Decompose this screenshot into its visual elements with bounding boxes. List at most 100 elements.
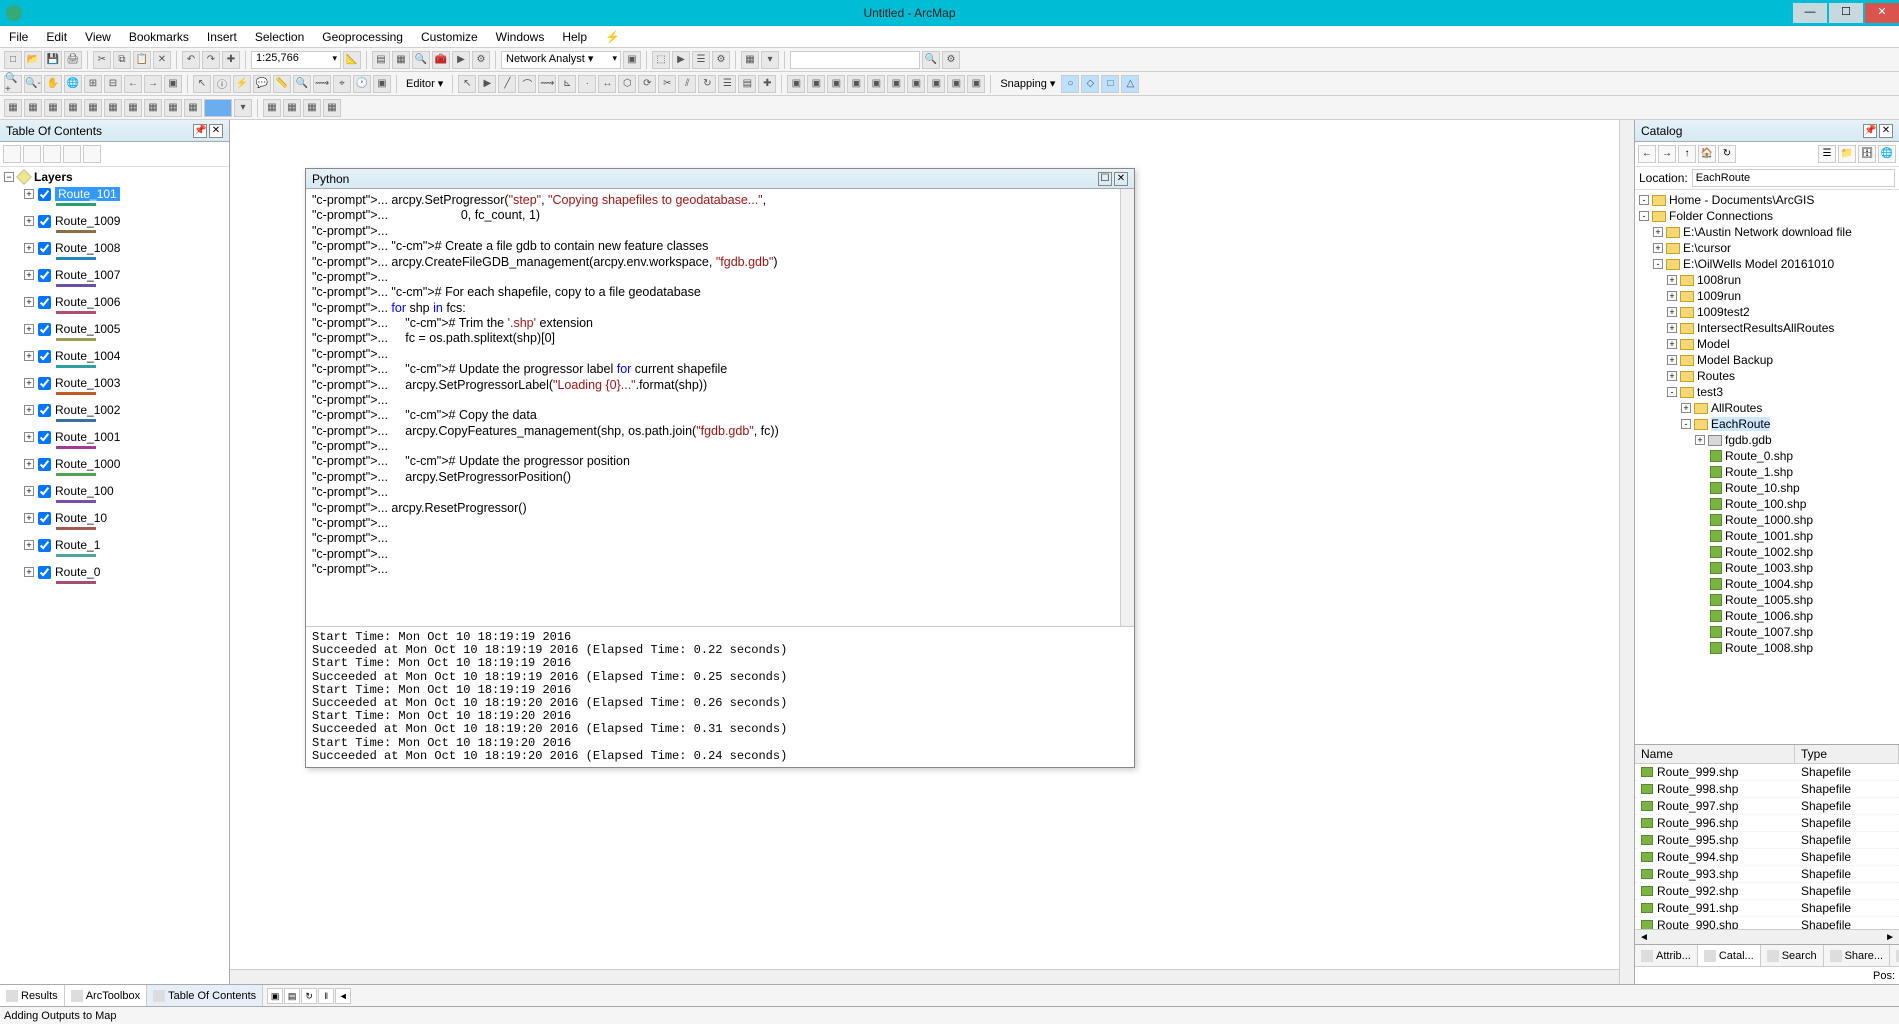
toc-tree[interactable]: − Layers +Route_101+Route_1009+Route_100… [0,167,229,984]
open-icon[interactable]: 📂 [24,51,42,69]
forward-icon[interactable]: → [144,75,162,93]
toc-pin-icon[interactable]: 📌 [193,124,207,138]
expand-icon[interactable]: + [24,351,34,361]
col-name[interactable]: Name [1635,745,1795,763]
catalog-tree-node[interactable]: +Model [1637,336,1897,352]
d8-icon[interactable]: ▦ [144,99,162,117]
arctoolbox-icon[interactable]: 🧰 [432,51,450,69]
menu-help[interactable]: Help [553,30,596,44]
toc-layer-item[interactable]: +Route_1005 [4,320,225,338]
tab-toc[interactable]: Table Of Contents [147,985,263,1006]
catalog-tree-node[interactable]: +fgdb.gdb [1637,432,1897,448]
catalog-tree-node[interactable]: Route_10.shp [1637,480,1897,496]
expand-icon[interactable]: + [1667,275,1677,285]
col-type[interactable]: Type [1795,745,1899,763]
catalog-tree-node[interactable]: Route_1008.shp [1637,640,1897,656]
catalog-grid-row[interactable]: Route_995.shpShapefile [1635,832,1899,849]
catalog-tree-node[interactable]: Route_1004.shp [1637,576,1897,592]
t7-icon[interactable]: ▣ [907,75,925,93]
snap-point-icon[interactable]: ○ [1061,75,1079,93]
redo-icon[interactable]: ↷ [202,51,220,69]
layer-visibility-checkbox[interactable] [38,242,51,255]
cat-view-icon[interactable]: ☰ [1818,145,1836,163]
trace-icon[interactable]: ⟿ [538,75,556,93]
catalog-pin-icon[interactable]: 📌 [1863,124,1877,138]
expand-icon[interactable]: - [1639,195,1649,205]
expand-icon[interactable]: + [24,189,34,199]
d10-icon[interactable]: ▦ [184,99,202,117]
toc-layer-item[interactable]: +Route_1 [4,536,225,554]
catalog-tree-node[interactable]: Route_100.shp [1637,496,1897,512]
layer-visibility-checkbox[interactable] [38,512,51,525]
toc-layer-item[interactable]: +Route_10 [4,509,225,527]
d5-icon[interactable]: ▦ [84,99,102,117]
catalog-grid-row[interactable]: Route_996.shpShapefile [1635,815,1899,832]
location-input[interactable] [1692,169,1895,187]
python-icon[interactable]: ▶ [452,51,470,69]
scale-combo[interactable]: 1:25,766 [251,51,341,69]
catalog-tree-node[interactable]: Route_1002.shp [1637,544,1897,560]
t1-icon[interactable]: ▣ [787,75,805,93]
split-icon[interactable]: ⫽ [678,75,696,93]
t2-icon[interactable]: ▣ [807,75,825,93]
catalog-tree-node[interactable]: +Model Backup [1637,352,1897,368]
go-to-xy-icon[interactable]: ⌖ [333,75,351,93]
straight-segment-icon[interactable]: ╱ [498,75,516,93]
cat-home-icon[interactable]: 🏠 [1698,145,1716,163]
expand-icon[interactable]: + [24,243,34,253]
copy-icon[interactable]: ⧉ [113,51,131,69]
d2-icon[interactable]: ▦ [24,99,42,117]
na-directions-icon[interactable]: ☰ [692,51,710,69]
catalog-tree-node[interactable]: +E:\cursor [1637,240,1897,256]
t4-icon[interactable]: ▣ [847,75,865,93]
snap-vertex-icon[interactable]: □ [1101,75,1119,93]
toc-list-by-selection-icon[interactable] [63,145,81,163]
layer-visibility-checkbox[interactable] [38,269,51,282]
catalog-tree-node[interactable]: +1009test2 [1637,304,1897,320]
attributes-icon[interactable]: ☰ [718,75,736,93]
na-options-icon[interactable]: ⚙ [712,51,730,69]
catalog-tree-node[interactable]: Route_1007.shp [1637,624,1897,640]
toc-list-by-source-icon[interactable] [23,145,41,163]
na-create-icon[interactable]: ⬚ [652,51,670,69]
layer-visibility-checkbox[interactable] [38,188,51,201]
end-point-arc-icon[interactable]: ⌒ [518,75,536,93]
toc-layer-item[interactable]: +Route_1004 [4,347,225,365]
d3-icon[interactable]: ▦ [44,99,62,117]
new-icon[interactable]: □ [4,51,22,69]
layer-visibility-checkbox[interactable] [38,404,51,417]
toc-layer-item[interactable]: +Route_1000 [4,455,225,473]
expand-icon[interactable]: + [24,513,34,523]
refresh-view-icon[interactable]: ↻ [301,988,317,1004]
map-hscrollbar[interactable] [230,969,1619,984]
expand-icon[interactable]: + [1667,355,1677,365]
catalog-tree-node[interactable]: Route_1005.shp [1637,592,1897,608]
tab-catalog[interactable]: Catal... [1698,945,1761,966]
distance-icon[interactable]: ↔ [598,75,616,93]
edit-annotation-icon[interactable]: ▶ [478,75,496,93]
full-extent-icon[interactable]: 🌐 [64,75,82,93]
menu-windows[interactable]: Windows [487,30,554,44]
python-code-scrollbar[interactable] [1120,189,1134,626]
zoom-in-icon[interactable]: 🔍+ [4,75,22,93]
tab-search[interactable]: Search [1761,945,1824,966]
toc-layer-item[interactable]: +Route_1001 [4,428,225,446]
toc-layer-item[interactable]: +Route_101 [4,185,225,203]
expand-icon[interactable]: - [1653,259,1663,269]
expand-icon[interactable]: - [1639,211,1649,221]
undo-icon[interactable]: ↶ [182,51,200,69]
select-elements-icon[interactable]: ↖ [193,75,211,93]
catalog-tree-node[interactable]: -Home - Documents\ArcGIS [1637,192,1897,208]
expand-icon[interactable]: - [1667,387,1677,397]
d1-icon[interactable]: ▦ [4,99,22,117]
catalog-grid-row[interactable]: Route_993.shpShapefile [1635,866,1899,883]
find-route-icon[interactable]: ⟿ [313,75,331,93]
catalog-tree-node[interactable]: -E:\OilWells Model 20161010 [1637,256,1897,272]
d11-icon[interactable] [204,99,232,117]
toc-options-icon[interactable] [83,145,101,163]
expand-icon[interactable]: + [24,297,34,307]
catalog-tree-node[interactable]: Route_1003.shp [1637,560,1897,576]
t3-icon[interactable]: ▣ [827,75,845,93]
find-icon[interactable]: 🔍 [293,75,311,93]
cat-connect-db-icon[interactable]: 🗄 [1858,145,1876,163]
